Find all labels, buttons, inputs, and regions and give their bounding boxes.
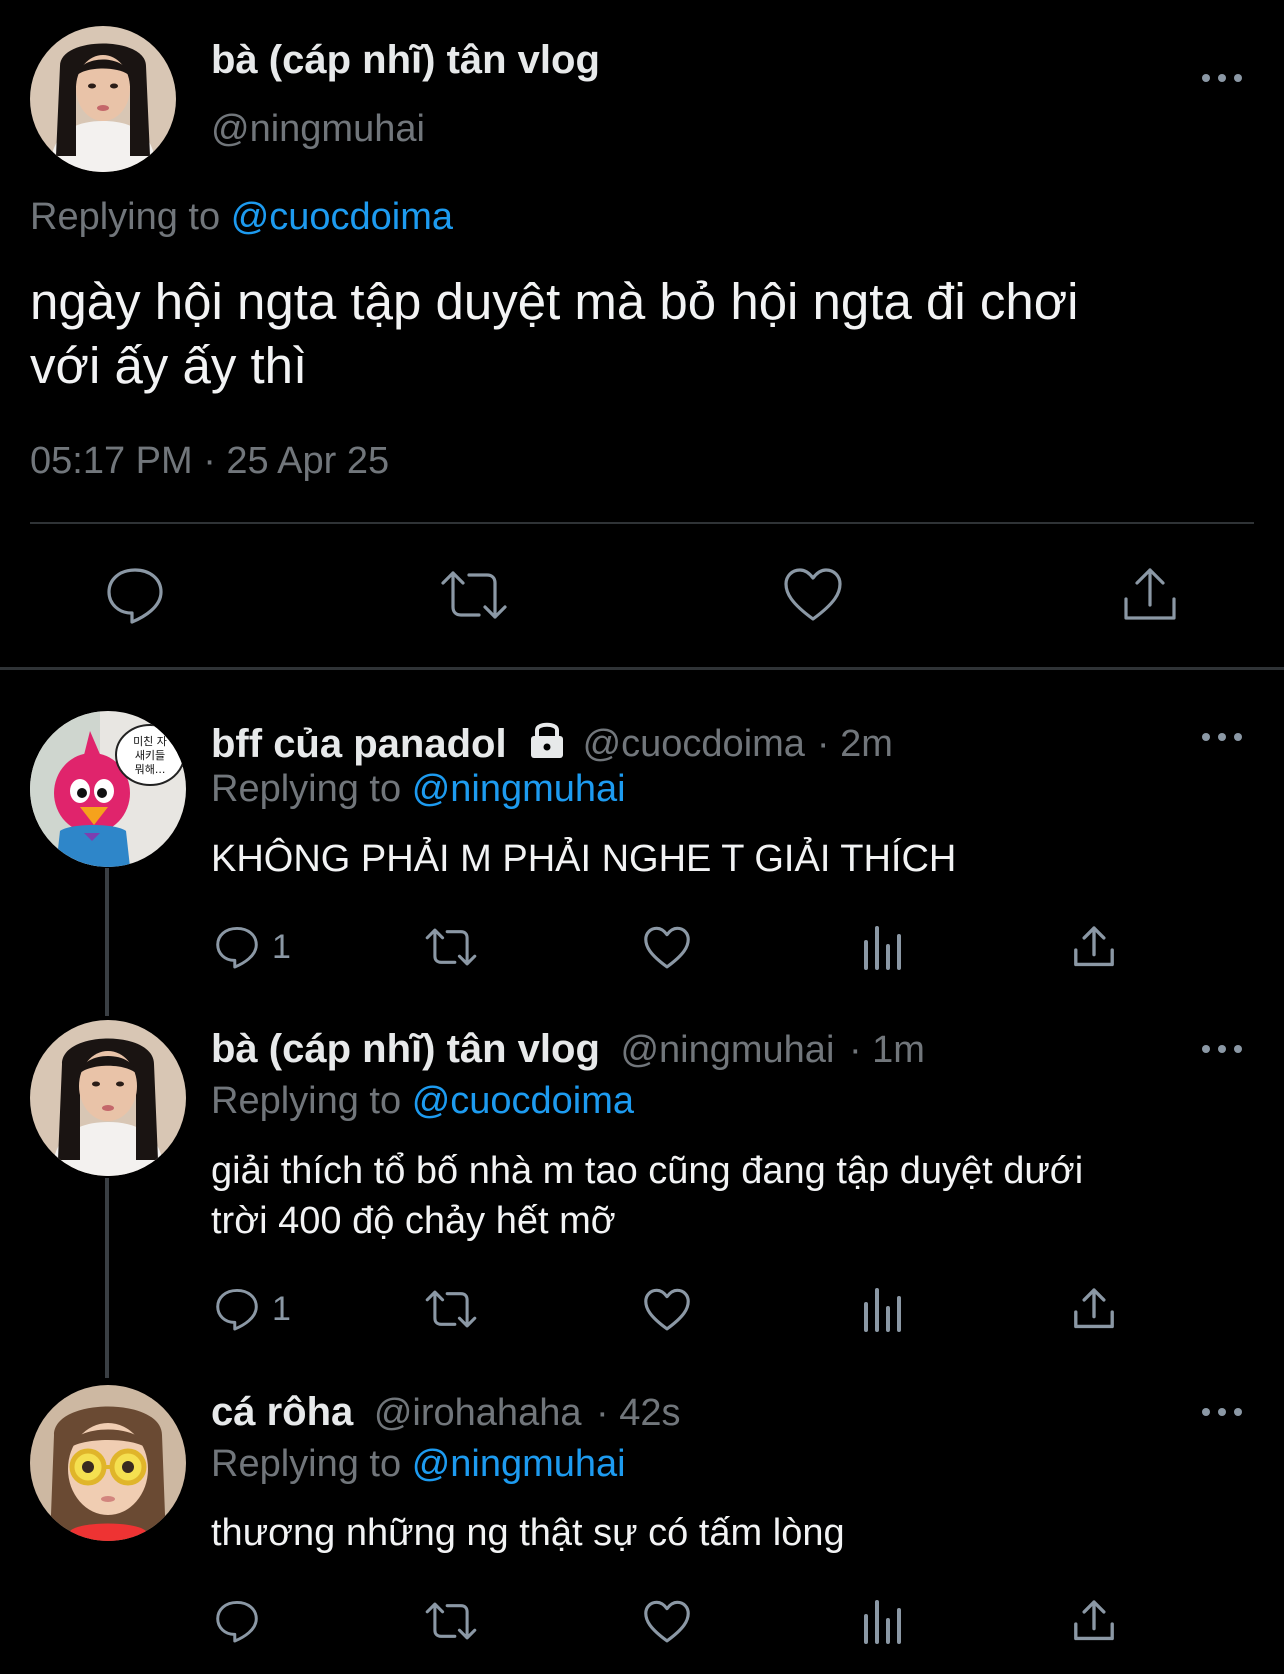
replying-label: Replying to: [211, 1443, 402, 1485]
main-tweet-text-2: với ấy ấy thì: [30, 337, 308, 394]
like-button[interactable]: [643, 1288, 691, 1337]
reply-count: 1: [272, 927, 291, 966]
reply-icon: [216, 1288, 258, 1331]
reply-avatar[interactable]: 미친 자 새키들 뭐해...: [30, 711, 186, 867]
reply-display-name[interactable]: bà (cáp nhĩ) tân vlog: [211, 1027, 600, 1071]
share-button[interactable]: [1072, 924, 1116, 975]
analytics-icon: [864, 926, 901, 970]
avatar-speech-bubble: 뭐해...: [135, 762, 166, 776]
reply-header: bà (cáp nhĩ) tân vlog @ningmuhai · 1m: [211, 1027, 925, 1072]
reply-handle[interactable]: @ningmuhai: [620, 1029, 834, 1071]
reply-text: KHÔNG PHẢI M PHẢI NGHE T GIẢI THÍCH: [211, 838, 957, 880]
reply-more-icon[interactable]: [1202, 1406, 1242, 1418]
reply-button[interactable]: 1: [214, 924, 291, 970]
main-retweet-button[interactable]: [439, 565, 509, 630]
retweet-icon: [441, 571, 507, 619]
reply-button[interactable]: 1: [214, 1286, 291, 1332]
replying-label: Replying to: [30, 196, 221, 238]
share-button[interactable]: [1072, 1286, 1116, 1337]
reply-avatar[interactable]: [30, 1020, 186, 1176]
analytics-button[interactable]: [860, 1598, 904, 1649]
retweet-icon: [425, 1602, 477, 1640]
reply-replying-line: Replying to @cuocdoima: [211, 1080, 634, 1123]
share-icon: [1074, 926, 1114, 967]
main-handle[interactable]: @ningmuhai: [211, 108, 425, 151]
reply-header: bff của panadol @cuocdoima · 2m: [211, 718, 893, 770]
replying-handle-link[interactable]: @ningmuhai: [412, 1443, 626, 1485]
retweet-button[interactable]: [424, 1286, 478, 1337]
main-more-icon[interactable]: [1202, 72, 1242, 84]
share-icon: [1124, 568, 1176, 620]
analytics-button[interactable]: [860, 924, 904, 975]
analytics-icon: [864, 1288, 901, 1332]
like-button[interactable]: [643, 1600, 691, 1649]
reply-button[interactable]: [214, 1598, 260, 1649]
reply-time[interactable]: · 2m: [817, 723, 893, 766]
main-avatar[interactable]: [30, 26, 176, 172]
retweet-button[interactable]: [424, 924, 478, 975]
reply-display-name[interactable]: bff của panadol: [211, 722, 507, 767]
retweet-button[interactable]: [424, 1598, 478, 1649]
reply-icon: [216, 1600, 258, 1643]
like-icon: [644, 1600, 690, 1643]
replying-handle-link[interactable]: @cuocdoima: [412, 1080, 634, 1122]
reply-time[interactable]: · 1m: [849, 1029, 925, 1071]
analytics-icon: [864, 1600, 901, 1644]
main-tweet-text-1: ngày hội ngta tập duyệt mà bỏ hội ngta đ…: [30, 273, 1079, 330]
reply-icon: [216, 926, 258, 969]
section-separator: [0, 667, 1284, 670]
retweet-icon: [425, 928, 477, 966]
reply-handle[interactable]: @cuocdoima: [583, 723, 805, 766]
reply-text: thương những ng thật sự có tấm lòng: [211, 1512, 845, 1554]
reply-handle[interactable]: @irohahaha: [374, 1392, 582, 1434]
reply-replying-line: Replying to @ningmuhai: [211, 1443, 626, 1486]
replying-handle-link[interactable]: @cuocdoima: [231, 196, 453, 238]
like-icon: [644, 926, 690, 969]
reply-count: 1: [272, 1289, 291, 1328]
thread-line: [105, 868, 109, 1016]
main-display-name[interactable]: bà (cáp nhĩ) tân vlog: [211, 38, 600, 83]
main-replying-line: Replying to @cuocdoima: [30, 196, 453, 239]
like-icon: [784, 568, 842, 621]
like-button[interactable]: [643, 926, 691, 975]
share-icon: [1074, 1288, 1114, 1329]
share-icon: [1074, 1600, 1114, 1641]
reply-icon: [107, 568, 163, 624]
reply-display-name[interactable]: cá rôha: [211, 1390, 353, 1434]
main-like-button[interactable]: [783, 567, 843, 628]
like-icon: [644, 1288, 690, 1331]
analytics-button[interactable]: [860, 1286, 904, 1337]
reply-avatar[interactable]: [30, 1385, 186, 1541]
avatar-speech-bubble: 새키들: [135, 749, 165, 762]
lock-icon: [527, 718, 567, 770]
reply-text-line-1: giải thích tổ bố nhà m tao cũng đang tập…: [211, 1150, 1084, 1192]
replying-label: Replying to: [211, 768, 402, 810]
reply-more-icon[interactable]: [1202, 1043, 1242, 1055]
reply-header: cá rôha @irohahaha · 42s: [211, 1390, 681, 1435]
main-timestamp[interactable]: 05:17 PM · 25 Apr 25: [30, 440, 389, 483]
divider: [30, 522, 1254, 524]
main-reply-button[interactable]: [104, 565, 166, 630]
reply-time[interactable]: · 42s: [596, 1392, 680, 1434]
replying-label: Replying to: [211, 1080, 402, 1122]
main-share-button[interactable]: [1121, 565, 1179, 630]
replying-handle-link[interactable]: @ningmuhai: [412, 768, 626, 810]
avatar-speech-bubble: 미친 자: [133, 735, 167, 748]
retweet-icon: [425, 1290, 477, 1328]
thread-line: [105, 1178, 109, 1378]
reply-more-icon[interactable]: [1202, 731, 1242, 743]
reply-text-line-2: trời 400 độ chảy hết mỡ: [211, 1200, 616, 1242]
reply-replying-line: Replying to @ningmuhai: [211, 768, 626, 811]
share-button[interactable]: [1072, 1598, 1116, 1649]
